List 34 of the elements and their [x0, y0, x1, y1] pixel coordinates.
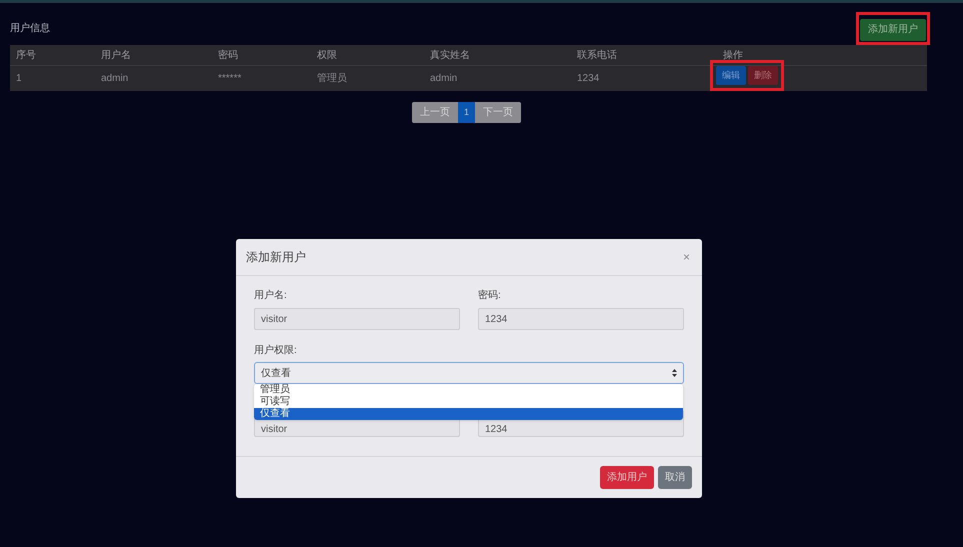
column-header: 真实姓名 — [430, 48, 470, 63]
dropdown-option[interactable]: 管理员 — [254, 384, 683, 396]
field-label: 用户权限: — [254, 344, 298, 358]
column-header: 用户名 — [101, 48, 131, 63]
field-label: 用户名: — [254, 288, 288, 303]
table-cell-text: 1 — [16, 72, 22, 86]
role-select[interactable]: 仅查看 — [254, 362, 684, 384]
field-label: 密码: — [478, 288, 502, 303]
table-cell-text: 1234 — [577, 72, 600, 86]
add-user-button[interactable]: 添加用户 — [600, 466, 654, 489]
text-field[interactable]: 1234 — [478, 308, 684, 330]
add-user-button[interactable]: 添加新用户 — [860, 18, 926, 41]
column-header: 联系电话 — [577, 48, 617, 63]
column-header: 操作 — [723, 49, 743, 63]
page-button[interactable]: 1 — [458, 102, 475, 123]
table-cell-text: admin — [430, 72, 458, 86]
table-cell-text: admin — [101, 72, 128, 86]
column-header: 序号 — [16, 48, 36, 63]
previous-page-button[interactable]: 上一页 — [412, 102, 458, 123]
dropdown-option[interactable]: 可读写 — [254, 396, 683, 408]
dropdown-option[interactable]: 仅查看 — [254, 408, 683, 420]
cancel-button[interactable]: 取消 — [658, 466, 692, 489]
dialog-title: 添加新用户 — [246, 249, 306, 266]
table-cell-text: ****** — [218, 72, 242, 86]
next-page-button[interactable]: 下一页 — [475, 102, 521, 123]
table-cell-text: 管理员 — [317, 72, 347, 86]
text-field[interactable]: visitor — [254, 308, 460, 330]
sort-arrows-icon — [672, 369, 677, 377]
close-button[interactable]: × — [680, 248, 692, 266]
page-title: 用户信息 — [10, 22, 50, 36]
column-header: 密码 — [218, 48, 238, 63]
column-header: 权限 — [317, 48, 337, 63]
delete-button[interactable]: 删除 — [748, 66, 778, 85]
edit-button[interactable]: 编辑 — [716, 66, 746, 85]
